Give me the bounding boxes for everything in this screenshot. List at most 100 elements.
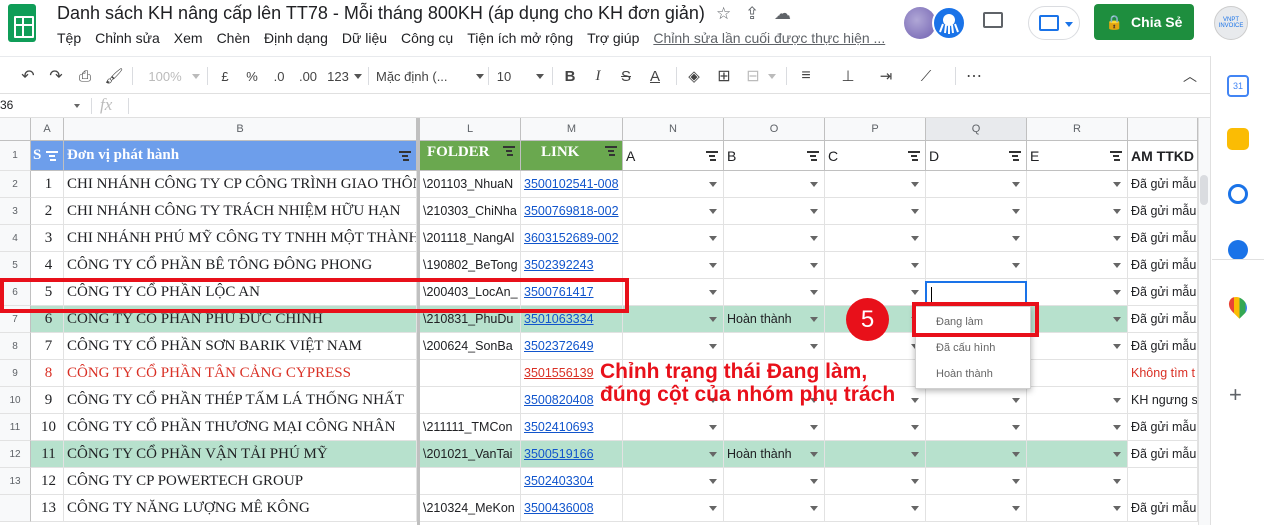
- chevron-down-icon[interactable]: [810, 425, 818, 430]
- cell-am-ttkd[interactable]: Đã gửi mẫu: [1128, 225, 1198, 252]
- chevron-down-icon[interactable]: [1012, 452, 1020, 457]
- undo-icon[interactable]: ↶: [18, 66, 38, 86]
- cell-group-d[interactable]: [926, 225, 1027, 252]
- cell-group-c[interactable]: [825, 171, 926, 198]
- cell-group-b[interactable]: [724, 198, 825, 225]
- chevron-down-icon[interactable]: [709, 290, 717, 295]
- cell-link[interactable]: 3500769818-002: [521, 198, 623, 225]
- cell-folder[interactable]: [420, 387, 521, 414]
- chevron-down-icon[interactable]: [1012, 398, 1020, 403]
- chevron-down-icon[interactable]: [709, 317, 717, 322]
- chevron-down-icon[interactable]: [1113, 479, 1121, 484]
- cell-group-e[interactable]: [1027, 414, 1128, 441]
- chevron-up-icon[interactable]: ︿: [1180, 66, 1200, 86]
- calendar-icon[interactable]: 31: [1227, 75, 1249, 97]
- chevron-down-icon[interactable]: [810, 263, 818, 268]
- column-header-r[interactable]: R: [1027, 118, 1128, 141]
- cell-stt[interactable]: 13: [31, 495, 64, 522]
- cell-group-b[interactable]: [724, 279, 825, 306]
- cell-group-d[interactable]: [926, 198, 1027, 225]
- cell-group-b[interactable]: [724, 414, 825, 441]
- column-header-a[interactable]: A: [31, 118, 64, 141]
- scrollbar-thumb[interactable]: [1200, 175, 1208, 205]
- cell-am-ttkd[interactable]: Đã gửi mẫu: [1128, 333, 1198, 360]
- header-group-a[interactable]: A: [623, 141, 724, 171]
- text-rotation-icon[interactable]: ⟋: [916, 66, 936, 86]
- cell-group-a[interactable]: [623, 171, 724, 198]
- column-header-o[interactable]: O: [724, 118, 825, 141]
- chevron-down-icon[interactable]: [810, 182, 818, 187]
- menu-format[interactable]: Định dạng: [264, 30, 328, 46]
- option-completed[interactable]: Hoàn thành: [936, 368, 993, 380]
- cloud-status-icon[interactable]: ☁: [774, 4, 791, 24]
- cell-group-a[interactable]: [623, 225, 724, 252]
- cell-issuer[interactable]: CÔNG TY CỔ PHẦN THƯƠNG MẠI CÔNG NHÂN: [64, 414, 417, 441]
- chevron-down-icon[interactable]: [911, 182, 919, 187]
- add-addon-icon[interactable]: +: [1229, 382, 1242, 408]
- column-header-n[interactable]: N: [623, 118, 724, 141]
- menu-help[interactable]: Trợ giúp: [587, 30, 639, 46]
- formula-input[interactable]: [132, 94, 1202, 117]
- paint-format-icon[interactable]: 🖌: [104, 66, 124, 86]
- cell-group-a[interactable]: [623, 495, 724, 522]
- cell-group-d[interactable]: [926, 171, 1027, 198]
- column-header-s[interactable]: [1128, 118, 1198, 141]
- row-header[interactable]: 2: [0, 171, 31, 198]
- column-header-l[interactable]: L: [420, 118, 521, 141]
- cell-stt[interactable]: 9: [31, 387, 64, 414]
- menu-file[interactable]: Tệp: [57, 30, 81, 46]
- chevron-down-icon[interactable]: [911, 290, 919, 295]
- cell-folder[interactable]: \201118_NangAl: [420, 225, 521, 252]
- cell-stt[interactable]: 8: [31, 360, 64, 387]
- cell-am-ttkd[interactable]: Đã gửi mẫu: [1128, 414, 1198, 441]
- move-folder-icon[interactable]: ⇪: [745, 4, 759, 24]
- cell-group-c[interactable]: [825, 468, 926, 495]
- column-header-p[interactable]: P: [825, 118, 926, 141]
- row-header[interactable]: 5: [0, 252, 31, 279]
- cell-link[interactable]: 3502372649: [521, 333, 623, 360]
- menu-view[interactable]: Xem: [174, 30, 203, 46]
- cell-link[interactable]: 3603152689-002: [521, 225, 623, 252]
- filter-icon[interactable]: [807, 150, 819, 161]
- chevron-down-icon[interactable]: [1012, 236, 1020, 241]
- cell-issuer[interactable]: CÔNG TY CỔ PHẦN BÊ TÔNG ĐÔNG PHONG: [64, 252, 417, 279]
- cell-stt[interactable]: 3: [31, 225, 64, 252]
- filter-icon[interactable]: [908, 150, 920, 161]
- chevron-down-icon[interactable]: [709, 344, 717, 349]
- chevron-down-icon[interactable]: [911, 479, 919, 484]
- cell-group-d[interactable]: [926, 495, 1027, 522]
- more-formats-button[interactable]: 123: [325, 66, 351, 86]
- cell-stt[interactable]: 2: [31, 198, 64, 225]
- chevron-down-icon[interactable]: [709, 209, 717, 214]
- currency-format-button[interactable]: £: [215, 66, 235, 86]
- filter-icon[interactable]: [605, 146, 617, 156]
- text-wrap-icon[interactable]: ⇥: [876, 66, 896, 86]
- cell-am-ttkd[interactable]: Đã gửi mẫu: [1128, 171, 1198, 198]
- sheets-logo-icon[interactable]: [8, 4, 36, 42]
- chevron-down-icon[interactable]: [1012, 182, 1020, 187]
- row-header[interactable]: [0, 495, 31, 522]
- cell-group-b[interactable]: [724, 171, 825, 198]
- cell-link[interactable]: 3500519166: [521, 441, 623, 468]
- cell-group-a[interactable]: [623, 279, 724, 306]
- filter-icon[interactable]: [706, 150, 718, 161]
- cell-group-e[interactable]: [1027, 252, 1128, 279]
- chevron-down-icon[interactable]: [911, 506, 919, 511]
- text-color-button[interactable]: A: [646, 66, 664, 86]
- header-link[interactable]: LINK: [521, 141, 623, 171]
- cell-group-b[interactable]: [724, 495, 825, 522]
- chevron-down-icon[interactable]: [911, 209, 919, 214]
- header-group-b[interactable]: B: [724, 141, 825, 171]
- chevron-down-icon[interactable]: [1113, 263, 1121, 268]
- cell-group-c[interactable]: [825, 198, 926, 225]
- bold-button[interactable]: B: [561, 66, 579, 86]
- italic-button[interactable]: I: [589, 66, 607, 86]
- cell-group-a[interactable]: [623, 414, 724, 441]
- cell-group-b[interactable]: [724, 468, 825, 495]
- cell-folder[interactable]: [420, 360, 521, 387]
- cell-stt[interactable]: 12: [31, 468, 64, 495]
- increase-decimal-button[interactable]: .00: [296, 66, 320, 86]
- vertical-align-icon[interactable]: ⊥: [838, 66, 858, 86]
- cell-issuer[interactable]: CHI NHÁNH CÔNG TY CP CÔNG TRÌNH GIAO THÔ…: [64, 171, 417, 198]
- cell-stt[interactable]: 7: [31, 333, 64, 360]
